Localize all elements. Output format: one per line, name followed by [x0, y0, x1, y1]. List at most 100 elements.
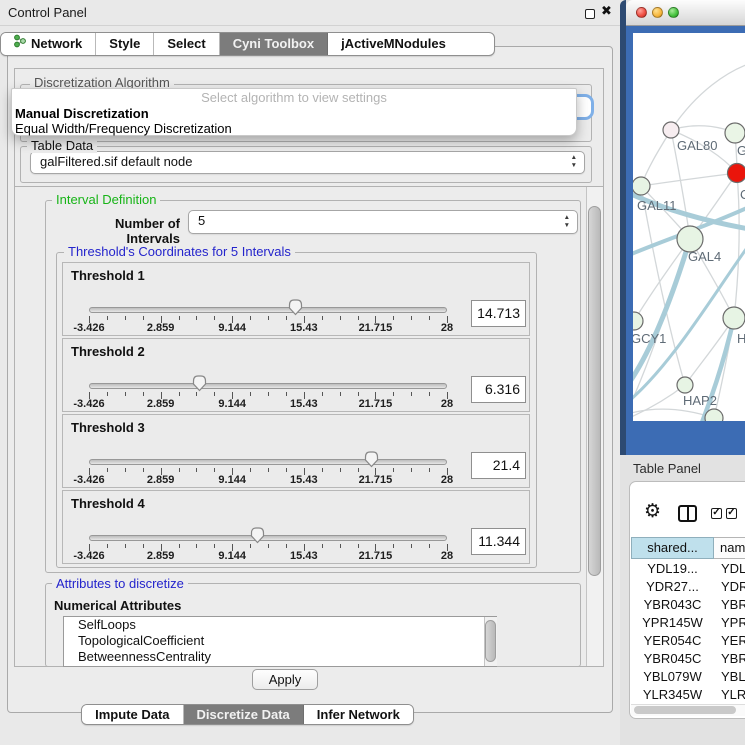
- cell-shared-name: YDR27...: [631, 578, 714, 596]
- network-node-gal80[interactable]: [663, 122, 679, 138]
- slider-tick: [358, 392, 359, 396]
- slider-tick: [143, 468, 144, 472]
- table-row[interactable]: YDL19...YDL1: [631, 560, 745, 578]
- slider-track[interactable]: [89, 307, 447, 313]
- table-data-combobox[interactable]: galFiltered.sif default node ▲▼: [30, 151, 585, 174]
- slider-tick: [250, 468, 251, 472]
- slider-tick: [107, 544, 108, 548]
- slider-tick: [250, 392, 251, 396]
- slider-tick: [125, 468, 126, 472]
- network-node-label: HAP2: [683, 393, 717, 408]
- column-header-shared-name[interactable]: shared...: [631, 537, 714, 559]
- tab-style[interactable]: Style: [96, 33, 154, 55]
- attributes-scrollbar-thumb[interactable]: [485, 620, 496, 662]
- window-title: Control Panel: [8, 5, 87, 20]
- tab-network[interactable]: Network: [1, 33, 96, 55]
- combobox-spinner-icon[interactable]: ▲▼: [571, 154, 577, 170]
- slider-tick-label: 15.43: [274, 322, 334, 334]
- tab-discretize-data[interactable]: Discretize Data: [184, 705, 304, 724]
- slider-thumb[interactable]: [288, 298, 303, 316]
- column-header-name[interactable]: name: [714, 537, 745, 559]
- algorithm-placeholder-option[interactable]: Select algorithm to view settings: [12, 91, 576, 106]
- slider-tick: [250, 544, 251, 548]
- slider-tick: [429, 392, 430, 396]
- gear-icon[interactable]: ⚙: [644, 500, 661, 522]
- tab-select[interactable]: Select: [154, 33, 219, 55]
- minimize-traffic-light[interactable]: [652, 7, 663, 18]
- slider-tick-label: 9.144: [202, 322, 262, 334]
- table-row[interactable]: YER054CYER0: [631, 632, 745, 650]
- top-tab-bar: Network Style SelectCyni ToolboxjActiveMNo…: [0, 32, 495, 56]
- threshold-coordinates-group-title: Threshold's Coordinates for 5 Intervals: [64, 245, 295, 259]
- horizontal-scrollbar-thumb[interactable]: [634, 706, 736, 714]
- numerical-attributes-list[interactable]: SelfLoopsTopologicalCoefficientBetweenne…: [63, 616, 497, 667]
- slider-track[interactable]: [89, 535, 447, 541]
- table-row[interactable]: YPR145WYPR1: [631, 614, 745, 632]
- network-node-h[interactable]: [723, 307, 745, 329]
- apply-button[interactable]: Apply: [252, 669, 318, 690]
- threshold-value-field[interactable]: 21.4: [471, 452, 526, 479]
- table-panel-title: Table Panel: [633, 461, 701, 476]
- threshold-value-field[interactable]: 6.316: [471, 376, 526, 403]
- control-panel-titlebar: Control Panel ✖: [0, 0, 620, 26]
- slider-tick-label: 21.715: [345, 322, 405, 334]
- split-columns-icon[interactable]: [678, 505, 697, 522]
- attribute-list-item[interactable]: TopologicalCoefficient: [64, 633, 496, 649]
- slider-tick: [286, 468, 287, 472]
- attributes-group-title: Attributes to discretize: [52, 577, 188, 591]
- slider-tick-label: 2.859: [131, 322, 191, 334]
- slider-tick: [322, 544, 323, 548]
- table-row[interactable]: YLR345WYLR3: [631, 686, 745, 704]
- attribute-list-item[interactable]: SelfLoops: [64, 617, 496, 633]
- zoom-traffic-light[interactable]: [668, 7, 679, 18]
- table-row[interactable]: YBR043CYBR0: [631, 596, 745, 614]
- slider-tick-label: 21.715: [345, 398, 405, 410]
- screen: Control Panel ✖ Network Style SelectCyni T…: [0, 0, 745, 745]
- combobox-spinner-icon[interactable]: ▲▼: [564, 214, 570, 230]
- slider-tick: [179, 468, 180, 472]
- slider-thumb[interactable]: [192, 374, 207, 392]
- table-row[interactable]: YBR045CYBR0: [631, 650, 745, 668]
- network-canvas[interactable]: GAL80GACGAL11GAL4GCY1HHAP2: [633, 33, 745, 421]
- attribute-list-item[interactable]: BetweennessCentrality: [64, 649, 496, 665]
- network-node-c[interactable]: [728, 164, 745, 183]
- threshold-value-field[interactable]: 11.344: [471, 528, 526, 555]
- select-columns-checkbox-icon[interactable]: ✓: [726, 508, 737, 519]
- tab-jactivemnodules[interactable]: jActiveMNodules: [328, 33, 459, 55]
- table-row[interactable]: YDR27...YDR2: [631, 578, 745, 596]
- network-node-hap2[interactable]: [677, 377, 693, 393]
- slider-track[interactable]: [89, 383, 447, 389]
- settings-scrollbar-thumb[interactable]: [588, 206, 601, 576]
- tab-label: Style: [109, 33, 140, 55]
- number-of-intervals-combobox[interactable]: 5 ▲▼: [188, 210, 578, 234]
- network-node-label: GAL80: [677, 138, 717, 153]
- algorithm-option[interactable]: Equal Width/Frequency Discretization: [12, 121, 576, 136]
- tab-cyni-toolbox[interactable]: Cyni Toolbox: [220, 33, 328, 55]
- algorithm-option[interactable]: Manual Discretization: [12, 106, 576, 121]
- slider-thumb[interactable]: [250, 526, 265, 544]
- threshold-value-field[interactable]: 14.713: [471, 300, 526, 327]
- select-all-checkbox-icon[interactable]: ✓: [711, 508, 722, 519]
- slider-tick-label: 15.43: [274, 550, 334, 562]
- network-node-gal11[interactable]: [633, 177, 650, 195]
- float-window-icon[interactable]: [585, 9, 595, 19]
- slider-tick: [107, 468, 108, 472]
- close-traffic-light[interactable]: [636, 7, 647, 18]
- cell-shared-name: YDL19...: [631, 560, 714, 578]
- slider-track[interactable]: [89, 459, 447, 465]
- network-node[interactable]: [705, 409, 723, 421]
- slider-tick: [214, 392, 215, 396]
- close-icon[interactable]: ✖: [601, 4, 612, 19]
- slider-tick: [393, 316, 394, 320]
- table-row[interactable]: YBL079WYBL0: [631, 668, 745, 686]
- slider-tick: [196, 468, 197, 472]
- network-node-gcy1[interactable]: [633, 312, 643, 330]
- slider-tick-label: 28: [417, 474, 477, 486]
- numerical-attributes-label: Numerical Attributes: [54, 598, 181, 613]
- tab-impute-data[interactable]: Impute Data: [82, 705, 183, 724]
- panel-divider: [15, 186, 603, 187]
- network-node-ga[interactable]: [725, 123, 745, 143]
- slider-thumb[interactable]: [364, 450, 379, 468]
- tab-infer-network[interactable]: Infer Network: [304, 705, 413, 724]
- slider-tick-label: 28: [417, 398, 477, 410]
